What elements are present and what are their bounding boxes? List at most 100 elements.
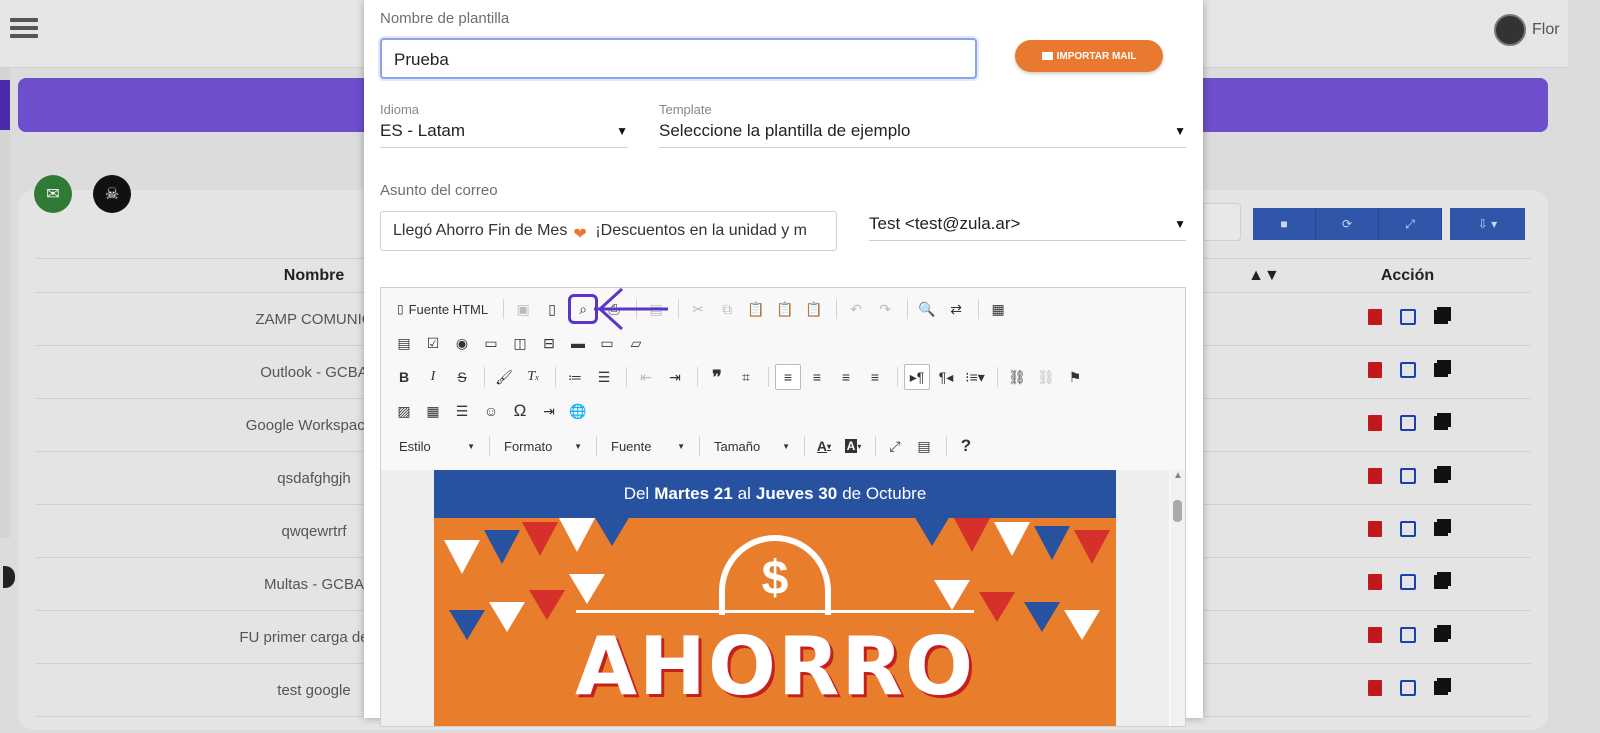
bold-icon[interactable]: B xyxy=(391,364,417,390)
textarea-icon[interactable]: ◫ xyxy=(507,330,533,356)
sort-icon[interactable]: ▲▼ xyxy=(1244,258,1284,293)
edit-icon[interactable] xyxy=(1399,521,1416,537)
email-fab-button[interactable]: ✉ xyxy=(34,175,72,213)
trash-icon[interactable] xyxy=(1367,309,1382,325)
form-icon[interactable]: ▤ xyxy=(391,330,417,356)
menu-icon[interactable] xyxy=(10,14,38,42)
edit-icon[interactable] xyxy=(1399,680,1416,696)
language-icon[interactable]: ⁝≡▾ xyxy=(962,364,988,390)
trash-icon[interactable] xyxy=(1367,362,1382,378)
search-input[interactable] xyxy=(1203,203,1241,241)
template-name-input[interactable]: Prueba xyxy=(380,38,977,79)
select-all-icon[interactable]: ▦ xyxy=(985,296,1011,322)
smiley-icon[interactable]: ☺ xyxy=(478,398,504,424)
export-button[interactable]: ⇩ ▾ xyxy=(1450,208,1525,240)
trash-icon[interactable] xyxy=(1367,574,1382,590)
copy-icon[interactable]: ⧉ xyxy=(714,296,740,322)
cut-icon[interactable]: ✂ xyxy=(685,296,711,322)
phishing-fab-button[interactable]: ☠ xyxy=(93,175,131,213)
bunting-flag xyxy=(994,522,1030,556)
show-blocks-icon[interactable]: ▤ xyxy=(911,433,937,459)
maximize-icon[interactable]: ⤢ xyxy=(882,433,908,459)
link-icon[interactable]: ⛓ xyxy=(1004,364,1030,390)
format-combo[interactable]: Formato ▼ xyxy=(496,439,590,454)
trash-icon[interactable] xyxy=(1367,680,1382,696)
paste-text-icon[interactable]: 📋 xyxy=(772,296,798,322)
size-combo[interactable]: Tamaño ▼ xyxy=(706,439,798,454)
trash-icon[interactable] xyxy=(1367,415,1382,431)
copy-icon[interactable] xyxy=(1433,628,1448,642)
table-icon[interactable]: ▦ xyxy=(420,398,446,424)
edit-icon[interactable] xyxy=(1399,362,1416,378)
fullscreen-button[interactable]: ⤢ xyxy=(1379,208,1442,240)
bunting-flag xyxy=(529,590,565,620)
image-icon[interactable]: ▨ xyxy=(391,398,417,424)
trash-icon[interactable] xyxy=(1367,627,1382,643)
page-break-icon[interactable]: ⇥ xyxy=(536,398,562,424)
clear-format-icon[interactable]: Tx xyxy=(520,364,546,390)
sender-select[interactable]: Test <test@zula.ar> ▼ xyxy=(869,207,1186,241)
copy-icon[interactable] xyxy=(1433,522,1448,536)
side-handle[interactable] xyxy=(3,566,15,588)
editor-content[interactable]: Del Martes 21 al Jueves 30 de Octubre $ … xyxy=(381,470,1169,726)
editor-scrollbar[interactable]: ▲ xyxy=(1171,470,1185,726)
italic-icon[interactable]: I xyxy=(420,364,446,390)
radio-icon[interactable]: ◉ xyxy=(449,330,475,356)
align-right-icon[interactable]: ≡ xyxy=(833,364,859,390)
edit-icon[interactable] xyxy=(1399,415,1416,431)
checkbox-icon[interactable]: ☑ xyxy=(420,330,446,356)
numbered-list-icon[interactable]: ≔ xyxy=(562,364,588,390)
copy-icon[interactable] xyxy=(1433,681,1448,695)
undo-icon[interactable]: ↶ xyxy=(843,296,869,322)
trash-icon[interactable] xyxy=(1367,521,1382,537)
edit-icon[interactable] xyxy=(1399,468,1416,484)
help-icon[interactable]: ? xyxy=(953,433,979,459)
div-icon[interactable]: ⌗ xyxy=(733,364,759,390)
horizontal-line-icon[interactable]: ☰ xyxy=(449,398,475,424)
unlink-icon[interactable]: ⛓ xyxy=(1033,364,1059,390)
copy-icon[interactable] xyxy=(1433,363,1448,377)
find-icon[interactable]: 🔍 xyxy=(914,296,940,322)
copy-icon[interactable] xyxy=(1433,416,1448,430)
justify-icon[interactable]: ≡ xyxy=(862,364,888,390)
textfield-icon[interactable]: ▭ xyxy=(478,330,504,356)
paste-icon[interactable]: 📋 xyxy=(743,296,769,322)
strike-icon[interactable]: S xyxy=(449,364,475,390)
replace-icon[interactable]: ⇄ xyxy=(943,296,969,322)
scroll-thumb[interactable] xyxy=(1173,500,1182,522)
align-left-icon[interactable]: ≡ xyxy=(775,364,801,390)
new-page-icon[interactable]: ▯ xyxy=(539,296,565,322)
align-center-icon[interactable]: ≡ xyxy=(804,364,830,390)
refresh-button[interactable]: ⟳ xyxy=(1316,208,1379,240)
button-field-icon[interactable]: ▬ xyxy=(565,330,591,356)
scroll-up-icon[interactable]: ▲ xyxy=(1171,470,1185,481)
anchor-flag-icon[interactable]: ⚑ xyxy=(1062,364,1088,390)
blockquote-icon[interactable]: ❞ xyxy=(704,364,730,390)
subject-input[interactable]: Llegó Ahorro Fin de Mes ❤ ¡Descuentos en l… xyxy=(380,211,837,251)
square-button[interactable]: ■ xyxy=(1253,208,1316,240)
copy-icon[interactable] xyxy=(1433,310,1448,324)
import-mail-button[interactable]: IMPORTAR MAIL xyxy=(1015,40,1163,72)
save-icon[interactable]: ▣ xyxy=(510,296,536,322)
trash-icon[interactable] xyxy=(1367,468,1382,484)
style-combo[interactable]: Estilo ▼ xyxy=(391,439,483,454)
copy-icon[interactable] xyxy=(1433,469,1448,483)
iframe-icon[interactable]: 🌐 xyxy=(565,398,591,424)
text-color-icon[interactable]: A ▾ xyxy=(811,433,837,459)
paste-word-icon[interactable]: 📋 xyxy=(801,296,827,322)
bg-color-icon[interactable]: A ▾ xyxy=(840,433,866,459)
redo-icon[interactable]: ↷ xyxy=(872,296,898,322)
ltr-icon[interactable]: ▸¶ xyxy=(904,364,930,390)
select-field-icon[interactable]: ⊟ xyxy=(536,330,562,356)
edit-icon[interactable] xyxy=(1399,574,1416,590)
edit-icon[interactable] xyxy=(1399,309,1416,325)
special-char-icon[interactable]: Ω xyxy=(507,398,533,424)
user-menu[interactable]: Flor xyxy=(1494,14,1560,46)
format-painter-icon[interactable]: 🖌 xyxy=(491,364,517,390)
edit-icon[interactable] xyxy=(1399,627,1416,643)
language-select[interactable]: ES - Latam ▼ xyxy=(380,114,628,148)
source-html-button[interactable]: ▯ Fuente HTML xyxy=(391,296,494,322)
rtl-icon[interactable]: ¶◂ xyxy=(933,364,959,390)
copy-icon[interactable] xyxy=(1433,575,1448,589)
template-select[interactable]: Seleccione la plantilla de ejemplo ▼ xyxy=(659,114,1186,148)
